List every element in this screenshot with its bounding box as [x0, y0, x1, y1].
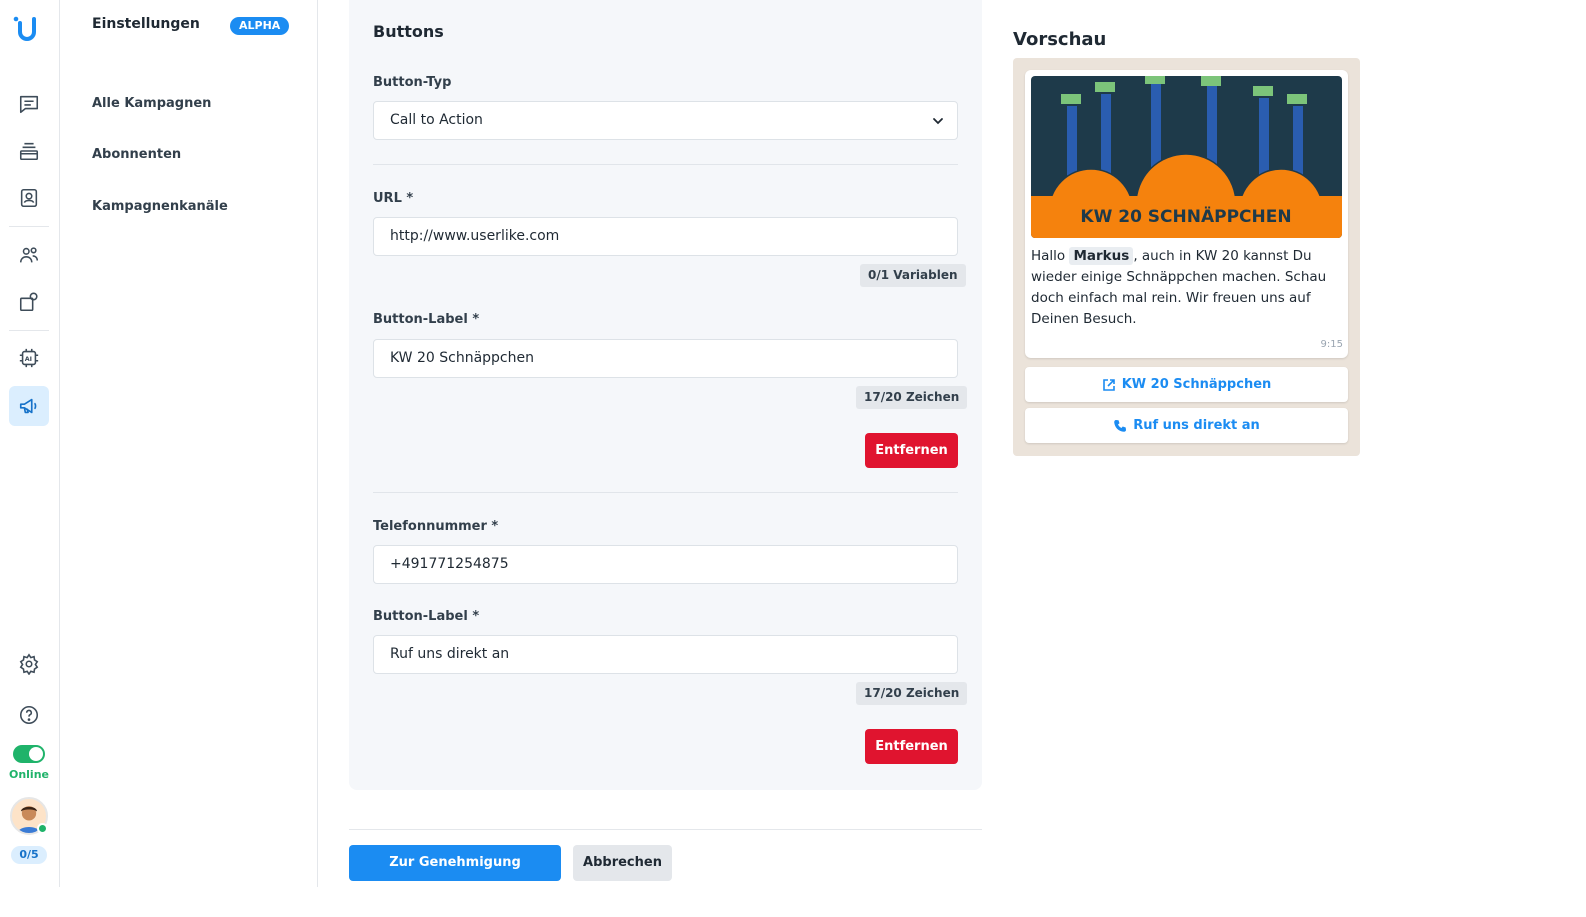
subnav-item-subscribers[interactable]: Abonnenten [92, 147, 181, 162]
submit-for-approval-button[interactable]: Zur Genehmigung einreichen [349, 845, 561, 906]
rail-divider [9, 330, 49, 331]
subnav-item-campaign-channels[interactable]: Kampagnenkanäle [92, 199, 228, 214]
team-icon[interactable] [9, 235, 49, 275]
external-link-icon [1102, 378, 1115, 391]
message-text: Hallo Markus, auch in KW 20 kannst Du wi… [1031, 246, 1331, 330]
subnav-title: Einstellungen [92, 16, 200, 32]
variable-name-chip: Markus [1069, 247, 1134, 265]
phone-icon [1114, 419, 1127, 432]
phone-label: Telefonnummer * [373, 519, 499, 534]
button-type-select[interactable]: Call to Action [373, 101, 958, 140]
settings-icon[interactable] [9, 644, 49, 684]
subnav-item-all-campaigns[interactable]: Alle Kampagnen [92, 96, 211, 111]
campaign-banner-image: KW 20 SCHNÄPPCHEN [1031, 76, 1342, 238]
contacts-icon[interactable] [9, 178, 49, 218]
alpha-badge: ALPHA [230, 17, 290, 35]
preview-cta-button[interactable]: KW 20 Schnäppchen [1025, 367, 1348, 402]
button-type-value: Call to Action [390, 112, 483, 128]
preview-cta-label: KW 20 Schnäppchen [1121, 377, 1272, 392]
ai-chip-icon[interactable]: AI [9, 338, 49, 378]
message-text-start: Hallo [1031, 248, 1070, 264]
button-label-1-label: Button-Label * [373, 312, 480, 327]
settings-subnav: Einstellungen ALPHA Alle Kampagnen Abonn… [60, 0, 318, 887]
button-type-label: Button-Typ [373, 75, 452, 90]
footer-divider [349, 829, 982, 830]
svg-text:AI: AI [25, 355, 32, 363]
remove-button-2[interactable]: Entfernen [865, 729, 958, 764]
online-toggle[interactable] [13, 745, 45, 763]
help-icon[interactable] [9, 695, 49, 735]
message-time: 9:15 [1320, 339, 1343, 350]
messages-icon[interactable] [9, 84, 49, 124]
widget-icon[interactable] [9, 282, 49, 322]
divider [373, 164, 958, 165]
button-label-2-counter: 17/20 Zeichen [856, 682, 968, 705]
chat-slots-badge: 0/5 [11, 846, 47, 864]
icon-rail: AI Online 0/5 [0, 0, 60, 887]
chevron-down-icon [933, 118, 943, 125]
remove-button-1[interactable]: Entfernen [865, 433, 958, 468]
url-label: URL * [373, 191, 414, 206]
section-title: Buttons [373, 22, 444, 41]
cancel-button[interactable]: Abbrechen [573, 845, 672, 881]
button-label-2-label: Button-Label * [373, 609, 480, 624]
divider [373, 492, 958, 493]
message-bubble: KW 20 SCHNÄPPCHEN Hallo Markus, auch in … [1025, 70, 1348, 358]
preview-title: Vorschau [1013, 29, 1107, 50]
buttons-form-card: Buttons Button-Typ Call to Action URL * … [349, 0, 982, 790]
preview-call-label: Ruf uns direkt an [1133, 418, 1260, 433]
phone-input[interactable]: +491771254875 [373, 545, 958, 584]
megaphone-icon[interactable] [9, 386, 49, 426]
online-status-label: Online [8, 768, 49, 781]
rail-divider [9, 226, 49, 227]
stack-icon[interactable] [9, 131, 49, 171]
banner-text: KW 20 SCHNÄPPCHEN [1080, 205, 1291, 227]
preview-call-button[interactable]: Ruf uns direkt an [1025, 408, 1348, 443]
userlike-logo[interactable] [12, 14, 42, 44]
preview-frame: KW 20 SCHNÄPPCHEN Hallo Markus, auch in … [1013, 58, 1360, 456]
url-variables-counter: 0/1 Variablen [860, 264, 966, 287]
url-input[interactable]: http://www.userlike.com [373, 217, 958, 256]
button-label-1-counter: 17/20 Zeichen [856, 386, 968, 409]
button-label-1-input[interactable]: KW 20 Schnäppchen [373, 339, 958, 378]
online-indicator [37, 823, 48, 834]
button-label-2-input[interactable]: Ruf uns direkt an [373, 635, 958, 674]
